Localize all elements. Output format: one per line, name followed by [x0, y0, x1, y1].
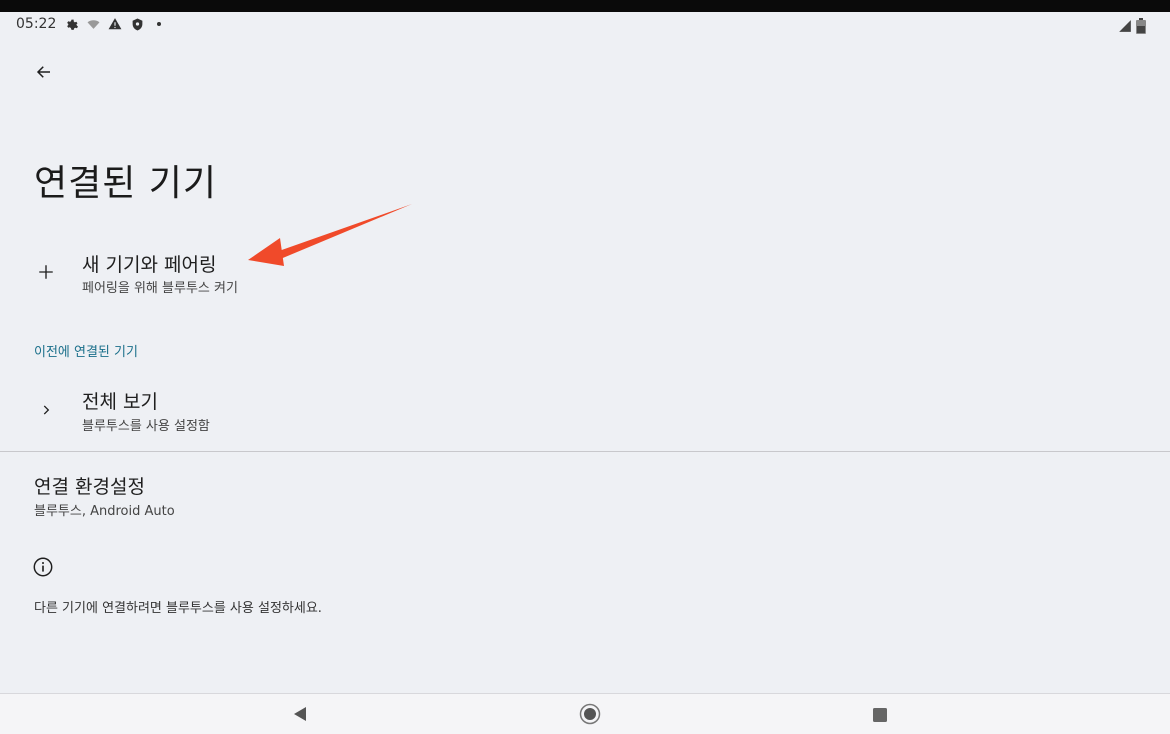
see-all-subtitle: 블루투스를 사용 설정함 — [82, 419, 210, 434]
nav-recents-icon — [873, 707, 887, 726]
status-time: 05:22 — [16, 16, 57, 32]
pair-new-device-subtitle: 페어링을 위해 블루투스 켜기 — [82, 281, 238, 296]
page-title: 연결된 기기 — [34, 163, 218, 204]
see-all-title: 전체 보기 — [82, 391, 158, 413]
arrow-back-icon — [35, 63, 53, 85]
top-edge-bar — [0, 0, 1170, 12]
nav-back-button[interactable] — [288, 704, 312, 728]
status-right — [1118, 18, 1146, 38]
status-bar: 05:22 — [0, 12, 1170, 40]
warning-icon — [108, 17, 122, 31]
wifi-off-icon — [86, 17, 100, 31]
previous-devices-header: 이전에 연결된 기기 — [34, 345, 138, 360]
nav-home-icon — [579, 703, 601, 729]
dot-icon — [152, 17, 166, 31]
pair-new-device-title: 새 기기와 페어링 — [82, 254, 217, 276]
info-text: 다른 기기에 연결하려면 블루투스를 사용 설정하세요. — [34, 601, 322, 616]
connection-preferences-subtitle: 블루투스, Android Auto — [34, 504, 175, 519]
shield-icon — [130, 17, 144, 31]
back-button[interactable] — [28, 58, 60, 90]
chevron-right-icon — [34, 398, 58, 422]
battery-icon — [1136, 18, 1146, 38]
nav-home-button[interactable] — [578, 703, 602, 729]
nav-back-icon — [293, 706, 307, 726]
network-icon — [1118, 19, 1132, 37]
pair-new-device-row[interactable]: 새 기기와 페어링 페어링을 위해 블루투스 켜기 — [0, 240, 1170, 300]
navigation-bar — [0, 693, 1170, 734]
status-left: 05:22 — [16, 16, 166, 32]
annotation-arrow — [248, 204, 412, 266]
plus-icon — [34, 260, 58, 284]
connection-preferences-title: 연결 환경설정 — [34, 476, 145, 498]
settings-icon — [64, 17, 78, 31]
nav-recents-button[interactable] — [868, 704, 892, 728]
divider — [0, 451, 1170, 452]
info-icon — [33, 557, 53, 577]
see-all-row[interactable]: 전체 보기 블루투스를 사용 설정함 — [0, 380, 1170, 440]
